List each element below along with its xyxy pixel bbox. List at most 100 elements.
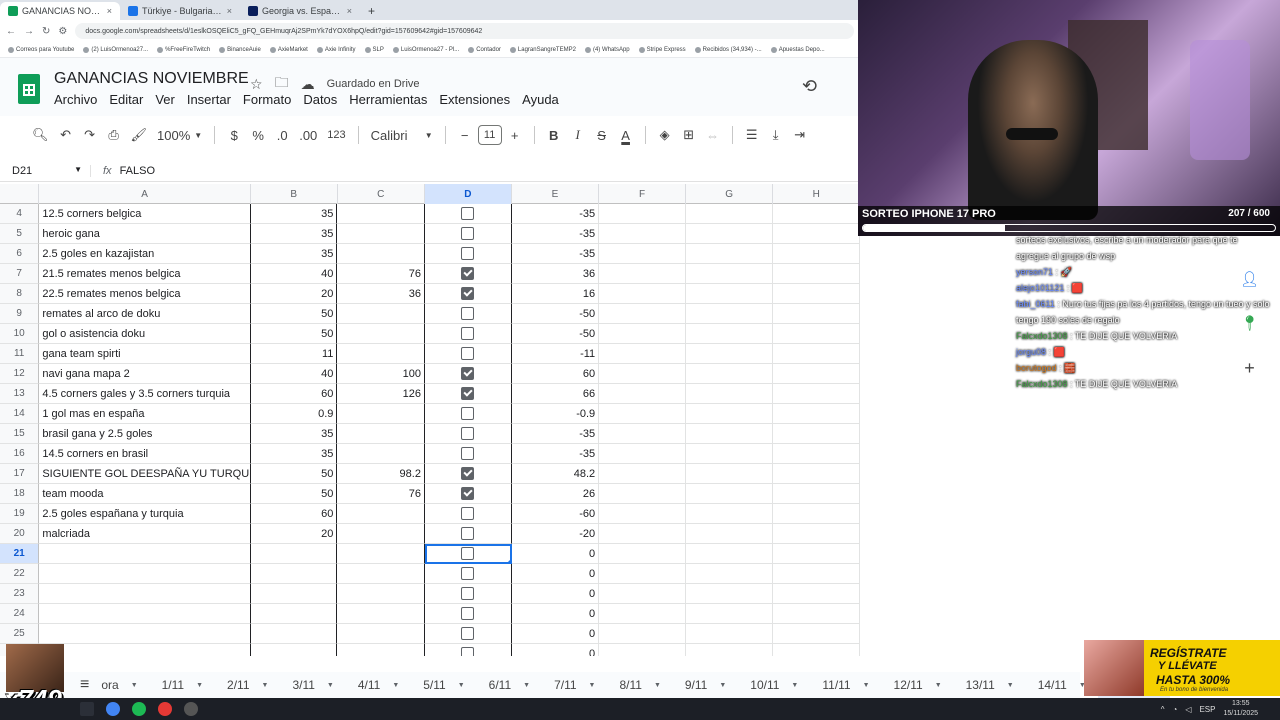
- checkbox-unchecked[interactable]: [461, 447, 475, 460]
- cell-h-empty[interactable]: [773, 504, 860, 524]
- borders-icon[interactable]: ⊞: [678, 123, 700, 147]
- cell-h-empty[interactable]: [773, 384, 860, 404]
- cell-c-return[interactable]: 98.2: [337, 464, 425, 484]
- cell-h-empty[interactable]: [773, 544, 860, 564]
- cell-g-empty[interactable]: [685, 404, 774, 424]
- bookmark-item[interactable]: (2) LuisOrmenoa27...: [83, 46, 148, 53]
- cell-c-return[interactable]: [337, 304, 425, 324]
- cell-h-empty[interactable]: [773, 424, 860, 444]
- cell-g-empty[interactable]: [685, 584, 774, 604]
- cell-d-won[interactable]: [425, 644, 512, 656]
- cell-b-stake[interactable]: [250, 624, 338, 644]
- volume-icon[interactable]: ◁: [1185, 705, 1191, 714]
- url-field[interactable]: docs.google.com/spreadsheets/d/1eslkOSQE…: [75, 23, 854, 39]
- cell-g-empty[interactable]: [685, 524, 774, 544]
- cell-b-stake[interactable]: 11: [250, 344, 338, 364]
- sheet-tab[interactable]: ora ▼: [101, 672, 149, 698]
- row-header[interactable]: 18: [0, 484, 40, 504]
- column-header-f[interactable]: F: [599, 184, 686, 204]
- more-formats-button[interactable]: 123: [323, 123, 349, 147]
- cell-c-return[interactable]: [337, 444, 425, 464]
- cell-h-empty[interactable]: [773, 624, 860, 644]
- cell-a-description[interactable]: team mooda: [39, 484, 251, 504]
- checkbox-checked[interactable]: [461, 467, 475, 480]
- row-header[interactable]: 13: [0, 384, 40, 404]
- cell-d-won[interactable]: [424, 284, 512, 304]
- cell-e-profit[interactable]: 48.2: [511, 464, 600, 484]
- cell-h-empty[interactable]: [773, 644, 860, 656]
- cell-b-stake[interactable]: [250, 564, 338, 584]
- cell-e-profit[interactable]: 26: [511, 484, 600, 504]
- close-tab-icon[interactable]: ×: [227, 6, 232, 16]
- contacts-icon[interactable]: 👤︎: [1240, 270, 1259, 288]
- cell-a-description[interactable]: malcriada: [39, 524, 251, 544]
- checkbox-unchecked[interactable]: [461, 347, 475, 360]
- bookmark-item[interactable]: LuisOrmenoa27 - Pl...: [392, 46, 459, 53]
- row-header[interactable]: 17: [0, 464, 40, 484]
- cell-e-profit[interactable]: 0: [512, 644, 600, 656]
- cell-c-return[interactable]: [337, 324, 425, 344]
- strikethrough-button[interactable]: S: [591, 123, 613, 147]
- cell-d-won[interactable]: [424, 404, 512, 424]
- cell-f-empty[interactable]: [599, 364, 686, 384]
- cell-g-empty[interactable]: [685, 604, 774, 624]
- cell-h-empty[interactable]: [773, 344, 860, 364]
- cell-e-profit[interactable]: 36: [511, 264, 600, 284]
- cell-d-won[interactable]: [424, 424, 512, 444]
- cell-c-return[interactable]: [337, 204, 425, 224]
- sheets-logo-icon[interactable]: [18, 74, 40, 104]
- cell-g-empty[interactable]: [685, 424, 774, 444]
- cell-c-return[interactable]: 76: [337, 264, 425, 284]
- cell-c-return[interactable]: [337, 544, 425, 564]
- cell-c-return[interactable]: [337, 344, 425, 364]
- site-settings-icon[interactable]: ⚙: [58, 26, 67, 37]
- cell-h-empty[interactable]: [773, 444, 860, 464]
- cell-e-profit[interactable]: 0: [511, 624, 600, 644]
- cell-c-return[interactable]: [337, 504, 425, 524]
- cell-b-stake[interactable]: [250, 544, 338, 564]
- menu-ver[interactable]: Ver: [155, 92, 175, 107]
- cell-b-stake[interactable]: 50: [250, 324, 338, 344]
- cell-e-profit[interactable]: -35: [511, 244, 600, 264]
- redo-icon[interactable]: ↷: [79, 123, 101, 147]
- cell-b-stake[interactable]: 40: [250, 364, 338, 384]
- cell-g-empty[interactable]: [685, 624, 774, 644]
- checkbox-checked[interactable]: [461, 487, 475, 500]
- cell-d-won[interactable]: [424, 544, 512, 564]
- cell-d-won[interactable]: [424, 204, 512, 224]
- row-header[interactable]: 22: [0, 564, 40, 584]
- cell-d-won[interactable]: [424, 464, 512, 484]
- cell-e-profit[interactable]: -20: [511, 524, 600, 544]
- checkbox-unchecked[interactable]: [461, 207, 475, 220]
- cell-f-empty[interactable]: [599, 324, 686, 344]
- row-header[interactable]: 24: [0, 604, 40, 624]
- cell-b-stake[interactable]: 35: [250, 204, 338, 224]
- cell-c-return[interactable]: 36: [337, 284, 425, 304]
- bookmark-item[interactable]: Axie Infinity: [316, 46, 356, 53]
- version-history-icon[interactable]: ⟲: [802, 76, 817, 97]
- cell-h-empty[interactable]: [773, 404, 860, 424]
- clock[interactable]: 13:55 15/11/2025: [1223, 699, 1258, 719]
- checkbox-unchecked[interactable]: [461, 587, 475, 600]
- cell-e-profit[interactable]: 0: [511, 604, 600, 624]
- column-header-g[interactable]: G: [686, 184, 774, 204]
- cell-a-description[interactable]: brasil gana y 2.5 goles: [39, 424, 251, 444]
- cell-c-return[interactable]: 76: [337, 484, 425, 504]
- cell-f-empty[interactable]: [599, 444, 686, 464]
- sheet-tab[interactable]: 2/11 ▼: [215, 672, 280, 698]
- menu-herramientas[interactable]: Herramientas: [349, 92, 427, 107]
- cell-f-empty[interactable]: [599, 284, 686, 304]
- tray-chevron-icon[interactable]: ^: [1161, 705, 1165, 714]
- cell-f-empty[interactable]: [599, 504, 686, 524]
- cell-d-won[interactable]: [424, 324, 512, 344]
- cell-h-empty[interactable]: [773, 584, 860, 604]
- currency-format-button[interactable]: $: [223, 123, 245, 147]
- cell-a-description[interactable]: 1 gol mas en españa: [39, 404, 251, 424]
- cell-b-stake[interactable]: 35: [250, 444, 338, 464]
- cell-a-description[interactable]: gol o asistencia doku: [39, 324, 251, 344]
- cell-g-empty[interactable]: [685, 284, 774, 304]
- cell-g-empty[interactable]: [685, 484, 774, 504]
- checkbox-unchecked[interactable]: [461, 607, 475, 620]
- column-header-b[interactable]: B: [251, 184, 338, 204]
- fill-color-icon[interactable]: ◈: [654, 123, 676, 147]
